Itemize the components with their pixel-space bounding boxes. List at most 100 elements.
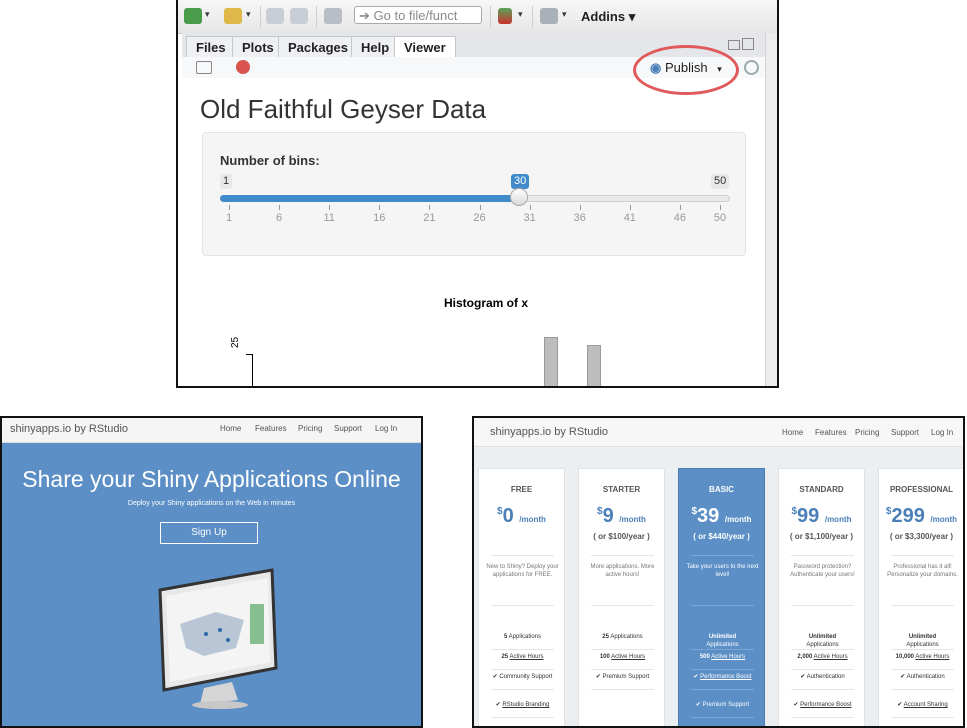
tab-help[interactable]: Help <box>351 36 400 57</box>
feature-text: Applications <box>507 634 542 640</box>
slider-tick <box>479 205 481 210</box>
save-icon[interactable] <box>266 8 284 24</box>
feature-link[interactable]: Active Hours <box>711 654 745 660</box>
build-caret[interactable]: ▾ <box>518 9 523 20</box>
plan-feature: 100 Active Hours <box>583 653 662 661</box>
slider-tick <box>679 205 681 210</box>
toolbar-divider <box>532 6 533 28</box>
toolbar-divider <box>316 6 317 28</box>
feature-amount: Unlimited <box>808 634 837 640</box>
nav-features[interactable]: Features <box>815 428 847 437</box>
plan-card-standard: STANDARD $99 /month ( or $1,100/year ) Pass… <box>778 468 865 726</box>
feature-text: Applications <box>906 642 939 648</box>
divider <box>591 605 654 606</box>
slider-handle[interactable] <box>510 188 528 206</box>
nav-support[interactable]: Support <box>334 424 362 433</box>
toolbar-divider <box>260 6 261 28</box>
divider <box>691 605 754 606</box>
nav-login[interactable]: Log In <box>375 424 397 433</box>
vertical-scrollbar[interactable] <box>765 33 777 386</box>
stop-icon[interactable] <box>236 60 250 74</box>
plan-feature: ✔ Authentication <box>883 673 962 681</box>
plan-feature: ✔ Performance Boost <box>783 701 862 709</box>
sign-up-button[interactable]: Sign Up <box>160 522 258 544</box>
feature-link[interactable]: Active Hours <box>510 654 544 660</box>
feature-link[interactable]: RStudio Branding <box>502 702 549 708</box>
price-period: /month <box>930 515 958 524</box>
open-file-caret[interactable]: ▾ <box>246 9 251 20</box>
go-to-file-input[interactable]: ➔ Go to file/funct <box>354 6 482 24</box>
nav-pricing[interactable]: Pricing <box>855 428 879 437</box>
feature-link[interactable]: Performance Boost <box>800 702 851 708</box>
slider-tick-label: 1 <box>225 212 233 224</box>
addins-menu[interactable]: Addins ▾ <box>581 9 635 25</box>
slider-value-label: 30 <box>511 174 530 189</box>
slider-tick-label: 16 <box>373 212 386 224</box>
minimize-pane-icon[interactable] <box>728 40 740 50</box>
slider-tick-label: 36 <box>573 212 586 224</box>
nav-support[interactable]: Support <box>891 428 919 437</box>
plan-description: Take your users to the next level! <box>686 564 759 578</box>
brand-logo[interactable]: shinyapps.io by RStudio <box>490 426 608 438</box>
feature-amount: Unlimited <box>708 634 737 640</box>
plan-description: Password protection? Authenticate your u… <box>790 564 855 578</box>
grid-layout-icon[interactable] <box>540 8 558 24</box>
slider-tick <box>379 205 381 210</box>
tab-plots[interactable]: Plots <box>232 36 284 57</box>
plan-description: New to Shiny? Deploy your applications f… <box>486 564 559 578</box>
plan-annual-price: ( or $100/year ) <box>593 532 650 541</box>
plan-feature: ✔ Authentication <box>783 673 862 681</box>
hero-subheadline: Deploy your Shiny applications on the We… <box>127 500 296 507</box>
export-icon[interactable] <box>196 61 212 74</box>
divider <box>491 689 554 690</box>
tab-files[interactable]: Files <box>186 36 236 57</box>
open-file-icon[interactable] <box>224 8 242 24</box>
shiny-app-viewer: Old Faithful Geyser Data Number of bins:… <box>182 78 765 386</box>
price-amount: 39 <box>697 505 720 527</box>
nav-login[interactable]: Log In <box>931 428 953 437</box>
plan-annual-price: ( or $1,100/year ) <box>789 532 854 541</box>
nav-features[interactable]: Features <box>255 424 287 433</box>
slider-tick <box>629 205 631 210</box>
divider <box>591 555 654 556</box>
slider-tick <box>720 205 721 210</box>
divider <box>691 689 754 690</box>
brand-logo[interactable]: shinyapps.io by RStudio <box>10 423 128 435</box>
build-icon[interactable] <box>498 8 512 24</box>
check-circle-icon: ✔ <box>595 674 603 680</box>
print-icon[interactable] <box>324 8 342 24</box>
refresh-icon[interactable] <box>744 60 759 75</box>
nav-home[interactable]: Home <box>782 428 803 437</box>
plan-description: Professional has it all! Personalize you… <box>887 564 958 578</box>
feature-link[interactable]: Account Sharing <box>904 702 948 708</box>
tab-viewer[interactable]: Viewer <box>394 36 456 58</box>
layout-caret[interactable]: ▾ <box>562 9 567 20</box>
sidebar-panel: Number of bins: 1 50 30 1 6 11 16 21 26 31 36 41… <box>202 132 746 256</box>
price-period: /month <box>724 515 752 524</box>
feature-text: Premium Support <box>602 674 650 680</box>
divider <box>891 669 954 670</box>
feature-link[interactable]: Active Hours <box>915 654 949 660</box>
nav-home[interactable]: Home <box>220 424 241 433</box>
top-nav: shinyapps.io by RStudio Home Features Pr… <box>2 418 421 443</box>
plan-feature: ✔ Account Sharing <box>883 701 962 709</box>
slider-tick <box>329 205 331 210</box>
new-file-icon[interactable] <box>184 8 202 24</box>
feature-link[interactable]: Performance Boost <box>700 674 751 680</box>
maximize-pane-icon[interactable] <box>742 38 754 50</box>
save-all-icon[interactable] <box>290 8 308 24</box>
slider-tick-label: 50 <box>713 212 727 224</box>
feature-link[interactable]: Active Hours <box>611 654 645 660</box>
shinyapps-pricing-page: shinyapps.io by RStudio Home Features Pr… <box>472 416 965 728</box>
new-file-caret[interactable]: ▾ <box>205 9 210 20</box>
plan-card-starter: STARTER $9 /month ( or $100/year ) More app… <box>578 468 665 726</box>
slider-tick-label: 46 <box>673 212 687 224</box>
nav-pricing[interactable]: Pricing <box>298 424 322 433</box>
feature-text: Applications <box>706 642 739 648</box>
plan-feature: ✔ Performance Boost <box>683 673 762 681</box>
plan-feature: 25 Active Hours <box>483 653 562 661</box>
feature-link[interactable]: Active Hours <box>814 654 848 660</box>
plan-feature: Unlimited Applications <box>883 633 962 649</box>
histogram-y-axis <box>252 354 253 386</box>
tab-packages[interactable]: Packages <box>278 36 358 57</box>
